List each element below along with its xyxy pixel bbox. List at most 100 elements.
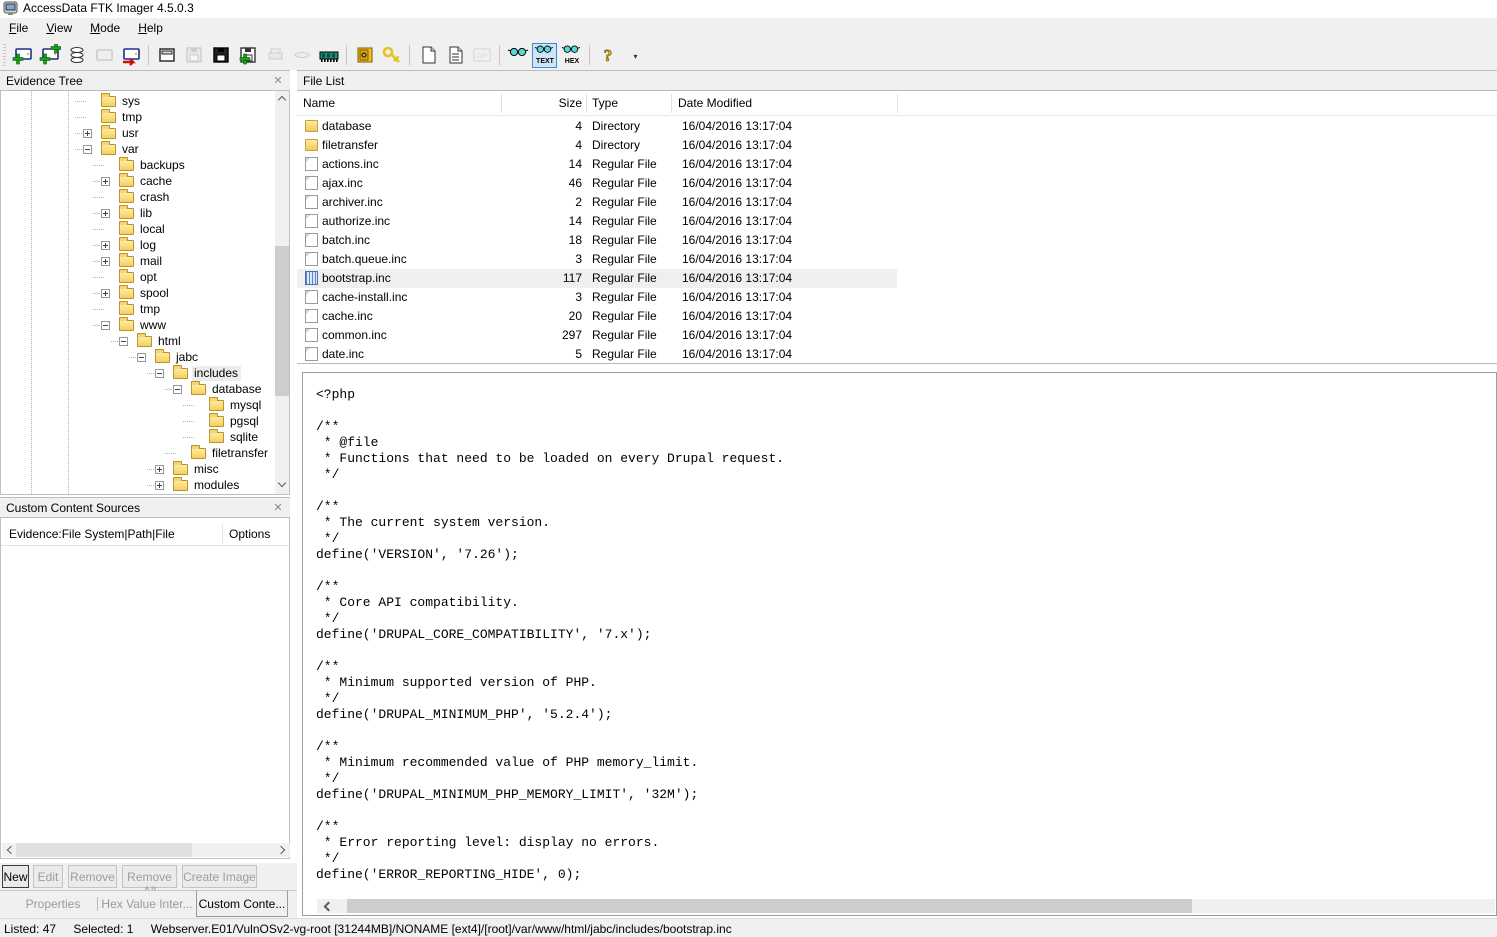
expand-icon[interactable] (101, 177, 110, 186)
file-row-database[interactable]: database4Directory16/04/2016 13:17:04 (297, 117, 897, 136)
expand-icon[interactable] (83, 129, 92, 138)
tree-item-mysql[interactable]: mysql (1, 397, 289, 413)
tree-item-label[interactable]: sys (120, 94, 143, 109)
custom-content-close-icon[interactable]: ✕ (272, 502, 284, 514)
viewer-horizontal-scrollbar[interactable] (317, 899, 1495, 913)
file-row-date.inc[interactable]: date.inc5Regular File16/04/2016 13:17:04 (297, 345, 897, 364)
column-separator[interactable] (501, 94, 502, 113)
collapse-icon[interactable] (101, 321, 110, 330)
tree-item-database[interactable]: database (1, 381, 289, 397)
expand-icon[interactable] (101, 257, 110, 266)
file-row-common.inc[interactable]: common.inc297Regular File16/04/2016 13:1… (297, 326, 897, 345)
menu-mode[interactable]: Mode (81, 18, 129, 40)
capture-memory-icon[interactable] (316, 43, 341, 68)
tree-item-sqlite[interactable]: sqlite (1, 429, 289, 445)
menu-view[interactable]: View (37, 18, 81, 40)
tree-item-label[interactable]: tmp (138, 302, 163, 317)
column-header-evidence[interactable]: Evidence:File System|Path|File (9, 527, 175, 541)
scroll-up-icon[interactable] (278, 96, 286, 104)
edit-button[interactable]: Edit (33, 865, 63, 888)
collapse-icon[interactable] (83, 145, 92, 154)
tree-item-label[interactable]: tmp (120, 110, 145, 125)
tab-custom-conte[interactable]: Custom Conte... (196, 891, 288, 917)
custom-content-horizontal-scrollbar[interactable] (2, 843, 290, 857)
collapse-icon[interactable] (137, 353, 146, 362)
tree-item-misc[interactable]: misc (1, 461, 289, 477)
tree-item-label[interactable]: sqlite (228, 430, 261, 445)
tree-item-tmp[interactable]: tmp (1, 301, 289, 317)
file-row-cache-install.inc[interactable]: cache-install.inc3Regular File16/04/2016… (297, 288, 897, 307)
scroll-left-icon[interactable] (324, 902, 334, 912)
tree-item-includes[interactable]: includes (1, 365, 289, 381)
file-properties-icon[interactable] (442, 43, 467, 68)
tree-item-mail[interactable]: mail (1, 253, 289, 269)
scrollbar-thumb[interactable] (16, 843, 192, 857)
column-separator[interactable] (897, 94, 898, 113)
tree-item-local[interactable]: local (1, 221, 289, 237)
expand-icon[interactable] (101, 289, 110, 298)
toolbar-overflow-icon[interactable]: ▾ (623, 45, 648, 70)
tree-item-filetransfer[interactable]: filetransfer (1, 445, 289, 461)
column-separator[interactable] (671, 94, 672, 113)
obtain-protected-files-icon[interactable] (352, 43, 377, 68)
tree-item-crash[interactable]: crash (1, 189, 289, 205)
file-row-archiver.inc[interactable]: archiver.inc2Regular File16/04/2016 13:1… (297, 193, 897, 212)
view-text-icon[interactable]: TEXT (532, 43, 557, 68)
export-directory-listing-icon[interactable]: DIR (469, 43, 494, 68)
tree-item-label[interactable]: log (138, 238, 159, 253)
tree-item-label[interactable]: cache (138, 174, 175, 189)
tree-item-label[interactable]: www (138, 318, 169, 333)
file-row-batch.queue.inc[interactable]: batch.queue.inc3Regular File16/04/2016 1… (297, 250, 897, 269)
tree-item-label[interactable]: pgsql (228, 414, 262, 429)
tree-item-label[interactable]: database (210, 382, 264, 397)
tree-item-label[interactable]: opt (138, 270, 160, 285)
expand-icon[interactable] (155, 465, 164, 474)
add-to-custom-content-icon[interactable] (235, 43, 260, 68)
toolbar-grip[interactable] (1, 44, 9, 66)
column-header-size[interactable]: Size (527, 96, 582, 110)
menu-file[interactable]: File (0, 18, 37, 40)
tree-item-sys[interactable]: sys (1, 93, 289, 109)
view-automatic-icon[interactable] (505, 43, 530, 68)
create-disk-image-icon[interactable] (154, 43, 179, 68)
evidence-tree-close-icon[interactable]: ✕ (272, 75, 284, 87)
tree-item-backups[interactable]: backups (1, 157, 289, 173)
remove-all-evidence-items-icon[interactable] (118, 43, 143, 68)
column-header-name[interactable]: Name (303, 96, 335, 110)
create-image-button[interactable]: Create Image (182, 865, 257, 888)
tree-item-tmp[interactable]: tmp (1, 109, 289, 125)
image-mounting-icon[interactable] (64, 43, 89, 68)
column-header-date-modified[interactable]: Date Modified (678, 96, 752, 110)
tree-item-html[interactable]: html (1, 333, 289, 349)
tree-item-label[interactable]: spool (138, 286, 172, 301)
detect-efs-encryption-icon[interactable] (379, 43, 404, 68)
help-icon[interactable]: ? (595, 43, 620, 68)
tree-item-spool[interactable]: spool (1, 285, 289, 301)
file-row-bootstrap.inc[interactable]: bootstrap.inc117Regular File16/04/2016 1… (297, 269, 897, 288)
tree-item-label[interactable]: includes (192, 366, 241, 381)
column-separator[interactable] (586, 94, 587, 113)
tree-item-usr[interactable]: usr (1, 125, 289, 141)
export-files-icon[interactable] (289, 43, 314, 68)
column-separator[interactable] (222, 524, 223, 544)
collapse-icon[interactable] (173, 385, 182, 394)
tree-item-log[interactable]: log (1, 237, 289, 253)
file-row-actions.inc[interactable]: actions.inc14Regular File16/04/2016 13:1… (297, 155, 897, 174)
evidence-tree-vertical-scrollbar[interactable] (275, 91, 289, 494)
scroll-left-icon[interactable] (7, 846, 15, 854)
add-all-attached-devices-icon[interactable] (37, 43, 62, 68)
tree-item-label[interactable]: usr (120, 126, 142, 141)
export-disk-image-icon[interactable] (208, 43, 233, 68)
scrollbar-thumb[interactable] (347, 899, 1192, 913)
scroll-right-icon[interactable] (277, 846, 285, 854)
expand-icon[interactable] (155, 481, 164, 490)
expand-icon[interactable] (101, 241, 110, 250)
verify-image-icon[interactable] (415, 43, 440, 68)
file-row-filetransfer[interactable]: filetransfer4Directory16/04/2016 13:17:0… (297, 136, 897, 155)
tree-item-modules[interactable]: modules (1, 477, 289, 493)
tree-item-label[interactable]: html (156, 334, 184, 349)
tree-item-label[interactable]: filetransfer (210, 446, 271, 461)
collapse-icon[interactable] (119, 337, 128, 346)
tree-item-label[interactable]: modules (192, 478, 242, 493)
print-icon[interactable] (262, 43, 287, 68)
